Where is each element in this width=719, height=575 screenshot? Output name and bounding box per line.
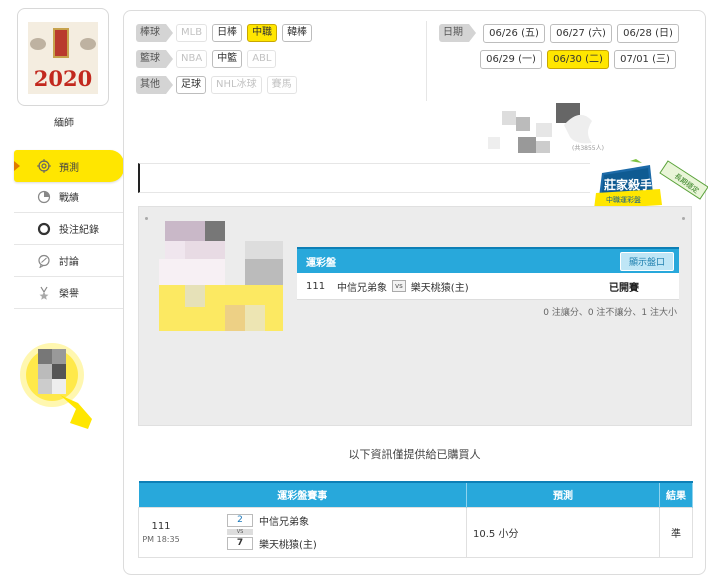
table-row: 111 PM 18:35 2 中信兄弟象 VS 7 樂天桃猿(主) 10.5 小… xyxy=(138,506,693,558)
sidebar-item-label: 榮譽 xyxy=(59,289,79,300)
filter-divider xyxy=(426,21,427,101)
date-chip[interactable]: 07/01 (三) xyxy=(614,49,676,69)
game-number: 111 xyxy=(151,520,171,532)
game-status: 已開賽 xyxy=(609,282,639,294)
match-cell: 111 PM 18:35 2 中信兄弟象 VS 7 樂天桃猿(主) xyxy=(138,506,467,558)
target-icon xyxy=(36,158,52,174)
date-chip[interactable]: 06/28 (日) xyxy=(617,23,679,43)
username: 緬師 xyxy=(54,118,74,129)
filter-row-baseball: 棒球 MLB 日棒 中職 韓棒 xyxy=(136,23,426,43)
sidebar-item-predict[interactable]: 預測 xyxy=(14,150,124,182)
content-bar xyxy=(138,163,590,193)
column-header-match: 運彩盤賽事 xyxy=(138,481,467,507)
result-cell: 準 xyxy=(659,506,693,558)
vs-label: VS xyxy=(227,529,253,535)
game-number: 111 xyxy=(306,280,326,292)
avatar-image: 2020 xyxy=(28,22,98,94)
league-chip-kbo[interactable]: 韓棒 xyxy=(282,24,313,42)
odds-title: 運彩盤 xyxy=(306,257,336,269)
bet-summary: 0 注讓分、0 注不讓分、1 注大小 xyxy=(543,308,677,318)
date-chip[interactable]: 06/26 (五) xyxy=(483,23,545,43)
sidebar-item-record[interactable]: 戰績 xyxy=(14,181,124,213)
column-header-prediction: 預測 xyxy=(466,481,660,507)
game-time: PM 18:35 xyxy=(142,534,180,544)
date-chip[interactable]: 06/29 (一) xyxy=(480,49,542,69)
odds-header: 運彩盤 顯示盤口 xyxy=(297,247,679,273)
league-chip-npb[interactable]: 日棒 xyxy=(212,24,243,42)
avatar[interactable]: 2020 xyxy=(17,8,109,106)
odds-box: 運彩盤 顯示盤口 111 中信兄弟象 vs 樂天桃猿(主) 已開賽 0 注讓分、… xyxy=(297,247,679,318)
badge-title: 莊家殺手 xyxy=(603,177,652,192)
filter-row-other: 其他 足球 NHL冰球 賽馬 xyxy=(136,75,426,95)
home-team: 樂天桃猿(主) xyxy=(259,540,317,551)
prediction-panel: 運彩盤 顯示盤口 111 中信兄弟象 vs 樂天桃猿(主) 已開賽 0 注讓分、… xyxy=(138,206,692,426)
league-filters: 棒球 MLB 日棒 中職 韓棒 籃球 NBA 中籃 ABL 其他 足球 NHL冰… xyxy=(136,23,426,101)
league-chip-nba[interactable]: NBA xyxy=(176,50,208,68)
show-odds-button[interactable]: 顯示盤口 xyxy=(619,251,674,271)
home-score: 7 xyxy=(227,537,253,550)
league-chip-horse[interactable]: 賽馬 xyxy=(266,76,297,94)
sidebar-item-honor[interactable]: 榮譽 xyxy=(14,277,124,309)
filter-row-basketball: 籃球 NBA 中籃 ABL xyxy=(136,49,426,69)
sidebar-item-label: 戰績 xyxy=(59,193,79,204)
league-chip-sbl[interactable]: 中籃 xyxy=(212,50,243,68)
column-header-result: 結果 xyxy=(659,481,693,507)
vs-label: vs xyxy=(392,280,406,292)
avatar-year: 2020 xyxy=(33,66,93,91)
away-score: 2 xyxy=(227,514,253,527)
date-selector: 日期 06/26 (五) 06/27 (六) 06/28 (日) 06/29 (… xyxy=(439,23,704,75)
date-row: 日期 06/26 (五) 06/27 (六) 06/28 (日) xyxy=(439,23,704,43)
date-chip[interactable]: 06/27 (六) xyxy=(550,23,612,43)
sidebar-item-discussion[interactable]: 討論 xyxy=(14,245,124,277)
sidebar-item-label: 預測 xyxy=(59,162,79,174)
results-table: 運彩盤賽事 預測 結果 111 PM 18:35 2 中信兄弟象 VS 7 樂天… xyxy=(138,481,693,558)
medal-icon xyxy=(36,285,52,301)
league-chip-cpbl[interactable]: 中職 xyxy=(247,24,278,42)
chart-icon xyxy=(36,189,52,205)
main-panel: 棒球 MLB 日棒 中職 韓棒 籃球 NBA 中籃 ABL 其他 足球 NHL冰… xyxy=(123,10,709,575)
date-label: 日期 xyxy=(439,24,476,42)
date-row: 06/29 (一) 06/30 (二) 07/01 (三) xyxy=(439,49,704,69)
sidebar-item-label: 投注紀錄 xyxy=(59,225,99,236)
prediction-cell: 10.5 小分 xyxy=(466,506,660,558)
away-team: 中信兄弟象 xyxy=(259,517,309,528)
blurred-avatar-image xyxy=(159,221,305,341)
participant-count: (共3855人) xyxy=(572,145,604,152)
league-chip-abl[interactable]: ABL xyxy=(247,50,277,68)
league-chip-soccer[interactable]: 足球 xyxy=(176,76,206,94)
badge-subtitle: 中職運彩盤 xyxy=(606,195,641,204)
category-label: 其他 xyxy=(136,76,173,94)
league-chip-nhl[interactable]: NHL冰球 xyxy=(211,76,262,94)
record-icon xyxy=(36,221,52,237)
blurred-promo-image xyxy=(484,103,594,163)
sidebar-item-bet-history[interactable]: 投注紀錄 xyxy=(14,213,124,245)
level-badge-icon xyxy=(12,333,94,433)
sidebar-item-label: 討論 xyxy=(59,257,79,268)
league-chip-mlb[interactable]: MLB xyxy=(176,24,208,42)
sidebar: 2020 緬師 預測 戰績 投注紀錄 討論 榮譽 xyxy=(0,0,124,575)
discussion-icon xyxy=(36,253,52,269)
purchase-notice: 以下資訊僅提供給已購買人 xyxy=(348,448,481,461)
odds-game-row[interactable]: 111 中信兄弟象 vs 樂天桃猿(主) 已開賽 xyxy=(297,273,679,300)
date-chip-selected[interactable]: 06/30 (二) xyxy=(547,49,609,69)
category-label: 籃球 xyxy=(136,50,173,68)
category-label: 棒球 xyxy=(136,24,173,42)
away-team: 中信兄弟象 xyxy=(337,282,387,294)
home-team: 樂天桃猿(主) xyxy=(410,282,469,294)
